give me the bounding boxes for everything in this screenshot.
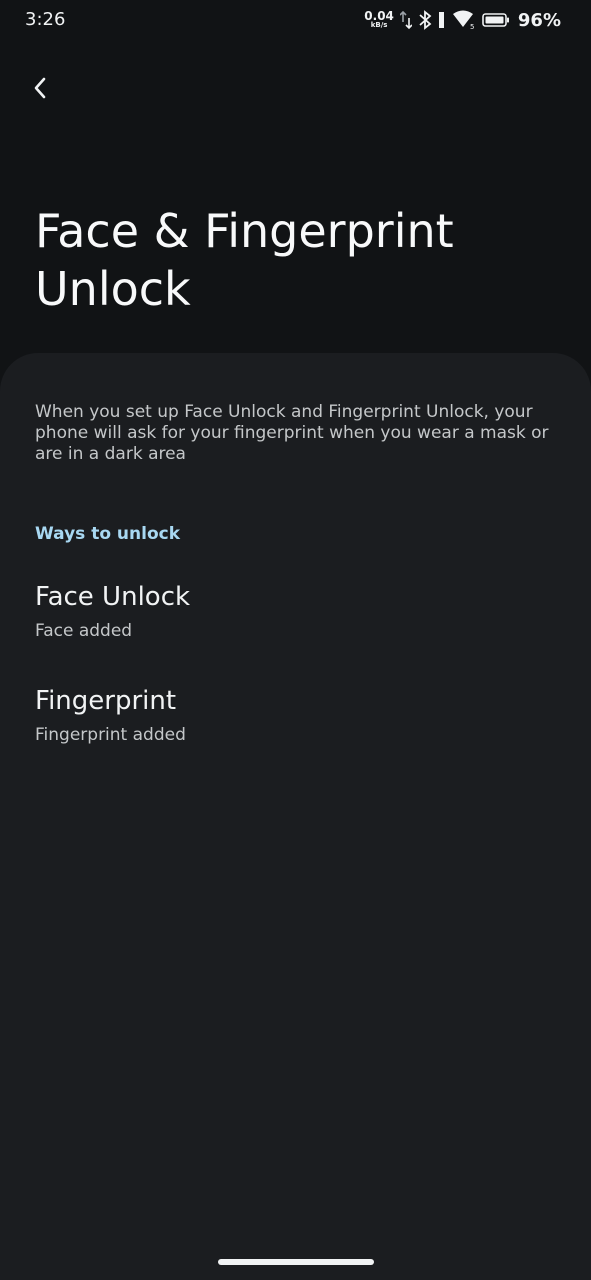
list-item-subtitle: Fingerprint added [35,725,186,745]
data-transfer-icon [399,10,412,30]
status-time: 3:26 [25,9,66,30]
list-item-subtitle: Face added [35,621,133,641]
battery-icon [482,12,510,28]
content-panel [0,353,591,1280]
svg-text:5: 5 [470,23,474,30]
status-icons: 0.04 kB/s 5 96% [364,8,561,32]
list-item-title: Fingerprint [35,686,177,716]
back-button[interactable] [22,72,58,108]
home-indicator[interactable] [218,1259,374,1265]
battery-percent: 96% [517,9,561,31]
network-speed-unit: kB/s [370,21,388,29]
network-speed: 0.04 kB/s [364,10,394,29]
list-item-fingerprint[interactable]: Fingerprint Fingerprint added [0,686,591,776]
bluetooth-icon [418,10,432,30]
section-header-ways-to-unlock: Ways to unlock [35,524,181,544]
wifi-icon: 5 [452,10,476,30]
list-item-face-unlock[interactable]: Face Unlock Face added [0,582,591,672]
list-item-title: Face Unlock [35,582,191,612]
description-text: When you set up Face Unlock and Fingerpr… [35,402,549,464]
status-bar: 3:26 0.04 kB/s 5 96% [0,0,591,44]
signal-icon [438,10,446,30]
chevron-left-icon [33,76,47,104]
page-title: Face & Fingerprint Unlock [35,204,454,316]
